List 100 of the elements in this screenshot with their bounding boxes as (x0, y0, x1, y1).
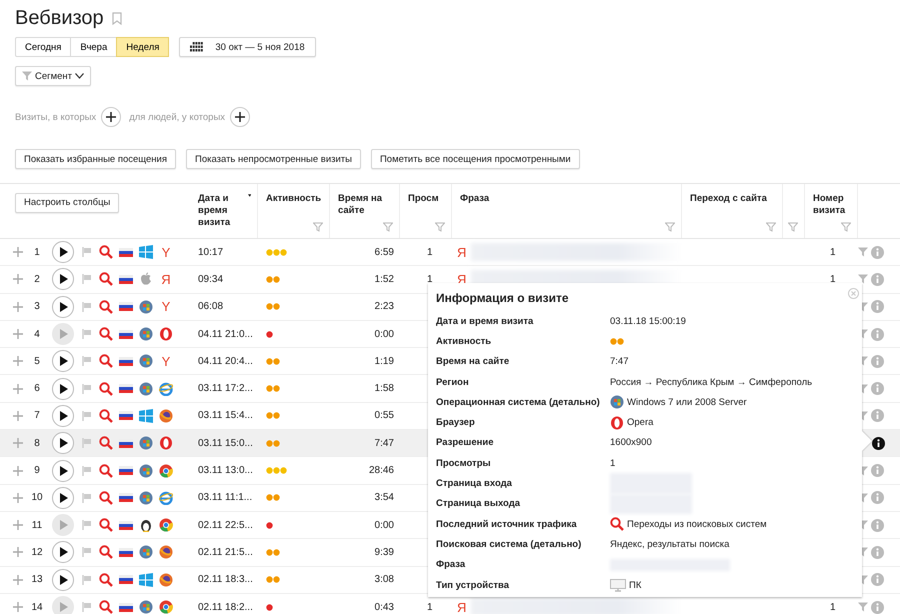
header-cell[interactable]: Просм (400, 184, 452, 238)
header-cell[interactable]: Переход с сайта (682, 184, 783, 238)
field-label: Операционная система (детально) (436, 396, 601, 408)
column-header-label: Переход с сайта (690, 193, 767, 205)
header-cell[interactable]: Активность (258, 184, 330, 238)
yandex-icon: Y (162, 246, 170, 259)
period-tab[interactable]: Сегодня (15, 37, 72, 57)
field-value: 1600x900 (610, 437, 652, 448)
segment-button[interactable]: Сегмент (15, 66, 92, 86)
column-header-label: Фраза (460, 193, 490, 205)
views-count: 1 (427, 246, 433, 258)
page-title: Вебвизор (15, 6, 104, 30)
field-value: Яндекс, результаты поиска (610, 538, 730, 550)
visit-date: 06:08 (198, 301, 224, 312)
time-on-site: 0:00 (374, 520, 394, 531)
field-value: Windows 7 или 2008 Server (627, 396, 747, 408)
row-number: 12 (31, 546, 43, 558)
row-number: 8 (34, 438, 40, 449)
time-on-site: 1:52 (374, 274, 394, 285)
row-number: 6 (34, 383, 40, 394)
period-tab[interactable]: Неделя (116, 37, 170, 57)
header-cell[interactable]: Фраза (452, 184, 682, 238)
column-header-label: Дата и время визита (198, 193, 232, 229)
visit-date: 02.11 22:5... (198, 520, 253, 531)
field-label: Фраза (436, 559, 466, 570)
yandex-icon: Я (457, 600, 466, 614)
field-label: Время на сайте (436, 356, 510, 368)
field-label: Поисковая система (детально) (436, 538, 582, 550)
row-number: 9 (34, 465, 40, 476)
popup-title: Информация о визите (436, 291, 570, 307)
field-value: Opera (627, 417, 654, 428)
header-cell[interactable]: Дата и время визита (176, 184, 258, 238)
field-value: 7:47 (610, 356, 628, 368)
time-on-site: 28:46 (368, 465, 394, 476)
row-number: 10 (31, 492, 43, 504)
field-label: Просмотры (436, 458, 492, 469)
configure-columns-button[interactable]: Настроить столбцы (15, 193, 120, 213)
time-on-site: 3:08 (374, 574, 394, 586)
time-on-site: 3:54 (374, 492, 394, 504)
field-label: Активность (436, 336, 492, 347)
field-label: Последний источник трафика (436, 518, 578, 530)
visit-date: 02.11 18:2... (198, 602, 253, 612)
visit-date: 04.11 20:4... (198, 356, 253, 367)
column-header-label: Номер визита (813, 193, 846, 217)
visit-date: 03.11 15:0... (198, 438, 253, 449)
row-number: 14 (31, 602, 43, 612)
field-label: Разрешение (436, 437, 494, 448)
time-on-site: 0:43 (374, 602, 394, 612)
yandex-icon: Я (161, 272, 171, 286)
time-on-site: 1:19 (374, 356, 394, 367)
visit-number: 1 (830, 246, 836, 258)
row-number: 4 (34, 328, 40, 340)
row-number: 7 (34, 410, 40, 422)
visit-date: 04.11 21:0... (198, 328, 253, 340)
column-header-label: Просм (408, 193, 439, 205)
field-value: 1 (610, 458, 616, 469)
field-value: Россия → Республика Крым → Симферополь (610, 376, 812, 388)
filter-label: для людей, у которых (129, 112, 226, 122)
row-number: 5 (34, 356, 40, 367)
time-on-site: 9:39 (374, 546, 394, 558)
visit-date: 02.11 18:3... (198, 574, 253, 586)
action-button[interactable]: Показать избранные посещения (15, 149, 176, 169)
field-value: 03.11.18 15:00:19 (610, 316, 686, 327)
column-header-label: Активность (266, 193, 322, 205)
field-label: Регион (436, 376, 470, 388)
action-button[interactable]: Показать непросмотренные визиты (186, 149, 361, 169)
field-value: ПК (629, 580, 642, 590)
time-on-site: 0:55 (374, 410, 394, 422)
row-number: 3 (34, 301, 40, 312)
yandex-icon: Я (457, 246, 466, 259)
field-label: Страница выхода (436, 498, 522, 510)
header-cell[interactable]: Номер визита (805, 184, 858, 238)
visit-date: 10:17 (198, 246, 224, 258)
date-range-button[interactable]: 30 окт — 5 ноя 2018 (179, 37, 316, 57)
row-number: 11 (32, 520, 42, 531)
visit-date: 03.11 11:1... (198, 492, 252, 504)
period-tab[interactable]: Вчера (70, 37, 118, 57)
visit-date: 09:34 (198, 274, 224, 285)
visit-date: 03.11 17:2... (198, 383, 253, 394)
field-label: Тип устройства (436, 580, 510, 590)
filter-label: Визиты, в которых (15, 112, 96, 122)
row-number: 1 (34, 246, 40, 258)
header-cell[interactable]: Время на сайте (330, 184, 400, 238)
visit-date: 03.11 15:4... (198, 410, 253, 422)
action-button[interactable]: Пометить все посещения просмотренными (370, 149, 580, 169)
time-on-site: 1:58 (374, 383, 394, 394)
views-count: 1 (427, 602, 433, 612)
yandex-icon: Y (162, 354, 170, 368)
visit-number: 1 (830, 274, 836, 285)
field-label: Браузер (436, 417, 476, 428)
visit-date: 02.11 21:5... (198, 546, 253, 558)
field-label: Страница входа (436, 478, 513, 490)
visit-number: 1 (830, 602, 836, 612)
column-header-label: Время на сайте (338, 193, 384, 217)
field-label: Дата и время визита (436, 316, 534, 327)
field-value: Переходы из поисковых систем (627, 518, 767, 530)
time-on-site: 2:23 (374, 301, 394, 312)
yandex-icon: Y (162, 300, 170, 314)
row-number: 13 (31, 574, 43, 586)
row-number: 2 (34, 274, 40, 285)
